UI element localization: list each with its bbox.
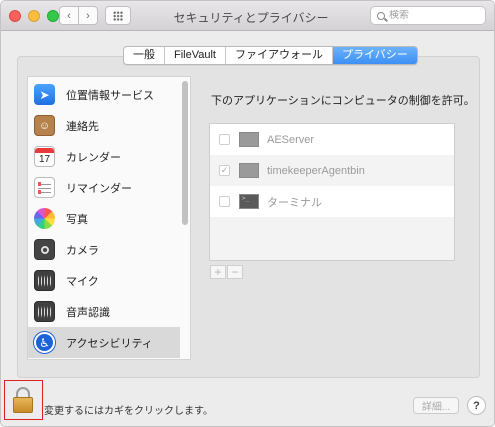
sidebar-item-speech-recognition[interactable]: 音声認識 [28,296,180,327]
camera-icon [34,239,55,260]
tab-bar: 一般 FileVault ファイアウォール プライバシー [123,46,418,65]
show-all-button[interactable] [105,6,131,25]
tab-filevault[interactable]: FileVault [165,47,226,64]
app-icon [239,132,259,147]
tab-firewall[interactable]: ファイアウォール [226,47,333,64]
remove-app-button[interactable]: − [227,265,243,279]
app-checkbox[interactable] [219,134,230,145]
sidebar-item-photos[interactable]: 写真 [28,203,180,234]
app-row-aeserver[interactable]: AEServer [210,124,454,155]
privacy-category-list[interactable]: ➤ 位置情報サービス ☺ 連絡先 17 カレンダー リマインダー 写真 カメラ [27,76,191,360]
tab-privacy[interactable]: プライバシー [332,47,417,64]
sidebar-item-label: リマインダー [66,182,132,195]
chevron-right-icon: › [86,9,90,22]
sidebar-item-accessibility[interactable]: ♿ アクセシビリティ [28,327,180,358]
sidebar-item-label: カメラ [66,244,99,257]
sidebar-item-location-services[interactable]: ➤ 位置情報サービス [28,79,180,110]
search-icon [377,11,385,20]
chevron-left-icon: ‹ [67,9,71,22]
speech-recognition-icon [34,301,55,322]
forward-button[interactable]: › [78,6,98,25]
window-title: セキュリティとプライバシー [173,11,329,25]
microphone-icon [34,270,55,291]
app-list-empty-row [210,217,454,260]
app-checkbox[interactable]: ✓ [219,165,230,176]
app-name: timekeeperAgentbin [267,164,365,177]
sidebar-item-reminders[interactable]: リマインダー [28,172,180,203]
sidebar-item-label: アクセシビリティ [66,337,153,350]
sidebar-item-calendar[interactable]: 17 カレンダー [28,141,180,172]
contacts-book-icon: ☺ [34,115,55,136]
advanced-button[interactable]: 詳細... [413,397,459,414]
sidebar-item-camera[interactable]: カメラ [28,234,180,265]
search-input[interactable] [389,10,479,21]
close-button[interactable] [9,10,21,22]
grid-icon [113,10,123,21]
help-button[interactable]: ? [467,396,486,415]
sidebar-item-label: 音声認識 [66,306,110,319]
tab-general[interactable]: 一般 [124,47,165,64]
sidebar-item-label: 連絡先 [66,120,99,133]
photos-icon [34,208,55,229]
lock-icon[interactable] [13,397,33,413]
app-list[interactable]: AEServer ✓ timekeeperAgentbin ターミナル [209,123,455,261]
app-name: AEServer [267,133,315,146]
calendar-icon: 17 [34,146,55,167]
zoom-button[interactable] [47,10,59,22]
accessibility-instruction: 下のアプリケーションにコンピュータの制御を許可。 [211,95,475,107]
app-name: ターミナル [267,196,322,209]
reminders-icon [34,177,55,198]
titlebar: ‹ › セキュリティとプライバシー [1,1,494,31]
app-row-terminal[interactable]: ターミナル [210,186,454,217]
sidebar-item-contacts[interactable]: ☺ 連絡先 [28,110,180,141]
search-field[interactable] [370,6,486,25]
sidebar-item-label: 位置情報サービス [66,89,154,102]
terminal-icon [239,194,259,209]
accessibility-icon: ♿ [34,332,55,353]
minimize-button[interactable] [28,10,40,22]
sidebar-scrollbar[interactable] [182,81,188,225]
system-preferences-window: ‹ › セキュリティとプライバシー 一般 FileVault ファイアウォール … [0,0,495,427]
sidebar-item-label: 写真 [66,213,88,226]
lock-instruction-text: 変更するにはカギをクリックします。 [44,406,213,417]
sidebar-item-microphone[interactable]: マイク [28,265,180,296]
app-row-timekeeper[interactable]: ✓ timekeeperAgentbin [210,155,454,186]
app-icon [239,163,259,178]
back-button[interactable]: ‹ [59,6,79,25]
sidebar-item-label: カレンダー [66,151,121,164]
add-app-button[interactable]: + [210,265,226,279]
location-arrow-icon: ➤ [34,84,55,105]
sidebar-item-label: マイク [66,275,99,288]
app-checkbox[interactable] [219,196,230,207]
